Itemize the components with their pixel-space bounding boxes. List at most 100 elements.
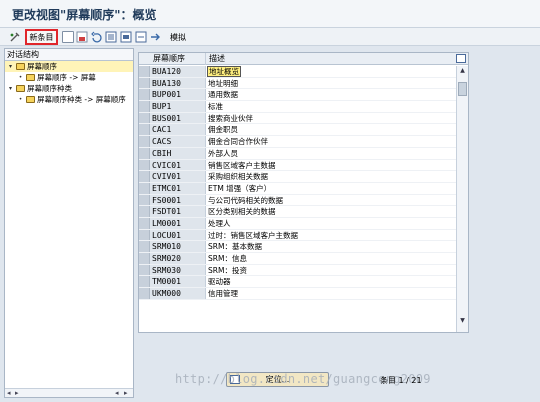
description-cell[interactable]: SRM：信息: [206, 253, 456, 264]
select-block-icon[interactable]: [120, 29, 132, 45]
table-row[interactable]: SRM030 SRM：投资: [139, 264, 456, 277]
table-row[interactable]: BUP001 通用数据: [139, 89, 456, 102]
screen-sequence-cell: CBIH: [150, 147, 206, 159]
table-row[interactable]: BUS001 搜索商业伙伴: [139, 112, 456, 125]
description-cell[interactable]: 外部人员: [206, 148, 456, 159]
delete-icon[interactable]: [76, 29, 88, 45]
table-row[interactable]: TM0001 驱动器: [139, 276, 456, 289]
description-cell[interactable]: 处理人: [206, 218, 456, 229]
table-row[interactable]: LM0001 处理人: [139, 217, 456, 230]
row-selector[interactable]: [139, 77, 150, 89]
horizontal-scrollbar[interactable]: ◂ ▸ ◂ ▸: [5, 388, 133, 397]
description-cell[interactable]: 佣金职员: [206, 124, 456, 135]
description-text: 处理人: [208, 218, 231, 228]
screen-sequence-table: 屏幕顺序 描述 BUA120 地址概览 BUA130 地址明细 BUP001 通用数据 BU…: [138, 52, 469, 333]
row-selector[interactable]: [139, 136, 150, 147]
table-body: BUA120 地址概览 BUA130 地址明细 BUP001 通用数据 BUP1 标准 BUS0…: [139, 66, 456, 300]
select-all-icon[interactable]: [105, 29, 117, 45]
row-selector[interactable]: [139, 206, 150, 217]
row-selector[interactable]: [139, 253, 150, 264]
table-row[interactable]: LOCU01 过时：销售区域客户主数据: [139, 229, 456, 242]
simulate-button[interactable]: 模拟: [167, 29, 189, 45]
description-cell[interactable]: 地址概览: [206, 66, 456, 77]
description-cell[interactable]: 驱动器: [206, 276, 456, 287]
row-selector[interactable]: [139, 229, 150, 241]
description-cell[interactable]: SRM：基本数据: [206, 241, 456, 252]
table-row[interactable]: CAC1 佣金职员: [139, 124, 456, 137]
undo-icon[interactable]: [90, 29, 102, 45]
tree-node[interactable]: • 屏幕顺序种类 -> 屏幕顺序: [5, 94, 133, 105]
row-selector[interactable]: [139, 241, 150, 252]
scroll-left-icon[interactable]: ◂: [7, 389, 11, 398]
new-entries-button[interactable]: 新条目: [25, 29, 58, 45]
scroll-right-icon[interactable]: ▸: [124, 389, 128, 398]
table-row[interactable]: BUA130 地址明细: [139, 77, 456, 90]
row-selector[interactable]: [139, 276, 150, 288]
scroll-left-end-icon[interactable]: ◂: [115, 389, 119, 398]
dialog-structure-header: 对话结构: [5, 49, 133, 61]
table-row[interactable]: BUA120 地址概览: [139, 66, 456, 78]
description-cell[interactable]: 销售区域客户主数据: [206, 160, 456, 171]
transport-icon[interactable]: [150, 29, 162, 45]
row-selector[interactable]: [139, 159, 150, 171]
description-cell[interactable]: ETM 增强（客户）: [206, 183, 456, 194]
description-cell[interactable]: 搜索商业伙伴: [206, 113, 456, 124]
dialog-structure-pane: 对话结构 ▾ 屏幕顺序 • 屏幕顺序 -> 屏幕 ▾ 屏幕顺序种类 • 屏幕顺序种类 -> 屏…: [4, 48, 134, 398]
expand-arrow-icon[interactable]: ▾: [7, 61, 14, 72]
description-cell[interactable]: 采购组织相关数据: [206, 171, 456, 182]
table-row[interactable]: UKM000 信用管理: [139, 288, 456, 300]
row-selector[interactable]: [139, 171, 150, 182]
table-row[interactable]: FS0001 与公司代码相关的数据: [139, 194, 456, 207]
deselect-all-icon[interactable]: [135, 29, 147, 45]
row-selector[interactable]: [139, 89, 150, 101]
row-selector[interactable]: [139, 147, 150, 159]
description-cell[interactable]: 与公司代码相关的数据: [206, 195, 456, 206]
row-selector[interactable]: [139, 66, 150, 77]
scroll-up-icon[interactable]: ▲: [457, 66, 468, 75]
table-row[interactable]: CVIV01 采购组织相关数据: [139, 171, 456, 183]
vertical-scrollbar[interactable]: ▲ ▼: [456, 66, 468, 332]
copy-icon[interactable]: [62, 29, 74, 45]
description-cell[interactable]: 通用数据: [206, 89, 456, 100]
description-cell[interactable]: 区分类别相关的数据: [206, 206, 456, 217]
description-cell[interactable]: 佣金合同合作伙伴: [206, 136, 456, 147]
table-row[interactable]: BUP1 标准: [139, 101, 456, 113]
table-row[interactable]: CBIH 外部人员: [139, 147, 456, 160]
description-cell[interactable]: 信用管理: [206, 288, 456, 299]
table-row[interactable]: CVIC01 销售区域客户主数据: [139, 159, 456, 172]
row-selector[interactable]: [139, 217, 150, 229]
row-selector[interactable]: [139, 124, 150, 136]
table-row[interactable]: SRM020 SRM：信息: [139, 253, 456, 265]
row-selector[interactable]: [139, 194, 150, 206]
row-selector[interactable]: [139, 182, 150, 194]
table-row[interactable]: FSDT01 区分类别相关的数据: [139, 206, 456, 218]
description-cell[interactable]: 标准: [206, 101, 456, 112]
description-text: 驱动器: [208, 277, 231, 287]
column-header-description[interactable]: 描述: [206, 53, 456, 65]
row-selector[interactable]: [139, 264, 150, 276]
screen-sequence-cell: CVIC01: [150, 159, 206, 171]
description-text: SRM：投资: [208, 265, 247, 275]
description-text: 采购组织相关数据: [208, 172, 268, 182]
row-selector[interactable]: [139, 101, 150, 112]
expand-arrow-icon[interactable]: ▾: [7, 83, 14, 94]
row-selector[interactable]: [139, 288, 150, 299]
scroll-right-small-icon[interactable]: ▸: [15, 389, 19, 398]
scroll-down-icon[interactable]: ▼: [457, 316, 468, 325]
description-text: 过时：销售区域客户主数据: [208, 230, 298, 240]
description-cell[interactable]: SRM：投资: [206, 265, 456, 276]
tree-node[interactable]: ▾ 屏幕顺序: [5, 61, 133, 72]
tree-node[interactable]: • 屏幕顺序 -> 屏幕: [5, 72, 133, 83]
row-selector[interactable]: [139, 112, 150, 124]
tree-node[interactable]: ▾ 屏幕顺序种类: [5, 83, 133, 94]
table-row[interactable]: SRM010 SRM：基本数据: [139, 241, 456, 253]
table-row[interactable]: ETMC01 ETM 增强（客户）: [139, 182, 456, 195]
column-header-screen-sequence[interactable]: 屏幕顺序: [150, 53, 206, 65]
description-cell[interactable]: 过时：销售区域客户主数据: [206, 230, 456, 241]
scroll-thumb[interactable]: [458, 82, 467, 96]
toggle-edit-icon[interactable]: [8, 29, 22, 45]
description-cell[interactable]: 地址明细: [206, 78, 456, 89]
table-settings-icon[interactable]: [456, 54, 466, 63]
table-row[interactable]: CACS 佣金合同合作伙伴: [139, 136, 456, 148]
screen-sequence-cell: BUP1: [150, 101, 206, 112]
